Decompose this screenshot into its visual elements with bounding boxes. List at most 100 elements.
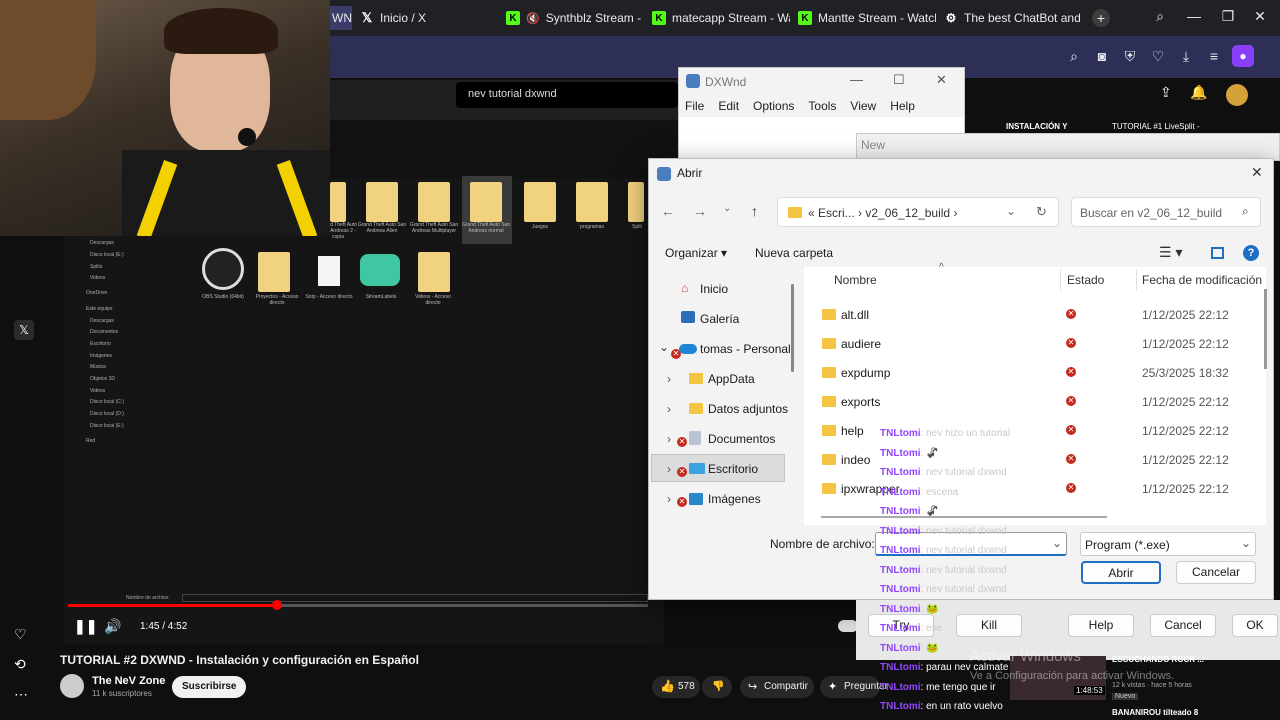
subscribe-button[interactable]: Suscribirse	[172, 676, 247, 698]
menu-options[interactable]: Options	[753, 99, 794, 113]
nav-item-documentos[interactable]: Documentos	[708, 432, 775, 446]
history-icon[interactable]: ⟲	[14, 656, 26, 673]
file-row-name[interactable]: exports	[841, 395, 880, 409]
heart-outline-icon[interactable]: ♡	[14, 626, 27, 643]
side-video-title[interactable]: BANANIROU tilteado 8	[1112, 708, 1198, 717]
camera-icon[interactable]: ◙	[1092, 48, 1112, 64]
menu-file[interactable]: File	[685, 99, 704, 113]
menu-view[interactable]: View	[850, 99, 876, 113]
dxwnd-close-icon[interactable]: ✕	[936, 72, 947, 88]
column-date[interactable]: Fecha de modificación	[1142, 273, 1262, 287]
horizontal-scrollbar[interactable]	[821, 516, 1107, 518]
obs-icon	[202, 248, 244, 290]
filename-dropdown-icon[interactable]: ⌄	[1052, 536, 1062, 550]
tab-chatbot[interactable]: ⚙ The best ChatBot and V	[944, 6, 1082, 30]
open-button[interactable]: Abrir	[1081, 561, 1161, 584]
upload-icon[interactable]: ⇪	[1160, 84, 1172, 101]
cancel-dx-button[interactable]: Cancel	[1150, 614, 1216, 637]
menu-icon[interactable]: ≡	[1204, 48, 1224, 64]
file-type-select[interactable]: Program (*.exe) ⌄	[1080, 532, 1256, 556]
bell-icon[interactable]: 🔔	[1190, 84, 1207, 101]
help-button[interactable]: Help	[1068, 614, 1134, 637]
search-tabs-icon[interactable]: ⌕	[1150, 8, 1170, 25]
nav-item-datos-adjuntos[interactable]: Datos adjuntos	[708, 402, 788, 416]
tab-synthblz[interactable]: K 🔇 Synthblz Stream - W	[506, 6, 644, 30]
file-list-scrollbar[interactable]	[1264, 289, 1267, 369]
expand-icon[interactable]: ›	[667, 402, 671, 416]
nav-item-onedrive[interactable]: tomas - Personal	[700, 342, 791, 356]
progress-scrubber[interactable]	[272, 600, 282, 610]
dxwnd-maximize-icon[interactable]: ☐	[893, 72, 905, 88]
tab-matecapp[interactable]: Kmatecapp Stream - Wat	[652, 6, 790, 30]
file-row-name[interactable]: audiere	[841, 337, 881, 351]
tab-mantte[interactable]: K Mantte Stream - Watch	[798, 6, 936, 30]
column-status[interactable]: Estado	[1067, 273, 1104, 287]
menu-tools[interactable]: Tools	[808, 99, 836, 113]
preview-pane-icon[interactable]	[1211, 247, 1224, 259]
column-name[interactable]: Nombre	[834, 273, 877, 287]
tab-dxwnd[interactable]: WND	[330, 6, 352, 30]
nav-item-inicio[interactable]: Inicio	[700, 282, 728, 296]
side-video-title[interactable]: TUTORIAL #1 LiveSplit -	[1112, 122, 1200, 131]
file-row-name[interactable]: help	[841, 424, 864, 438]
nav-item-galeria[interactable]: Galería	[700, 312, 739, 326]
chat-text: : 🐸	[920, 603, 939, 615]
nav-item-appdata[interactable]: AppData	[708, 372, 755, 386]
file-row-name[interactable]: indeo	[841, 453, 870, 467]
ok-button[interactable]: OK	[1232, 614, 1278, 637]
pause-icon[interactable]: ❚❚	[74, 618, 97, 635]
nav-item-escritorio[interactable]: Escritorio	[708, 462, 758, 476]
dxwnd-minimize-icon[interactable]: —	[850, 72, 863, 87]
more-icon[interactable]: ⋯	[14, 686, 28, 703]
address-bar[interactable]: « Escri... › v2_06_12_build › ⌄ ↻	[777, 197, 1059, 227]
minimize-icon[interactable]: —	[1184, 8, 1204, 24]
zoom-icon[interactable]: ⌕	[1064, 48, 1084, 65]
expand-icon[interactable]: ›	[667, 372, 671, 386]
channel-name[interactable]: The NeV Zone	[92, 675, 165, 687]
profile-icon[interactable]: ●	[1232, 45, 1254, 67]
restore-icon[interactable]: ❐	[1218, 8, 1238, 25]
recent-locations-icon[interactable]: ⌄	[723, 203, 731, 214]
refresh-icon[interactable]: ↻	[1036, 204, 1047, 220]
side-video-title[interactable]: ESCUCHANDO ROCK ...	[1112, 655, 1204, 664]
address-dropdown-icon[interactable]: ⌄	[1006, 204, 1016, 218]
organize-button[interactable]: Organizar ▾	[665, 246, 727, 260]
back-icon[interactable]: ←	[661, 203, 675, 219]
forward-icon[interactable]: →	[693, 203, 707, 219]
nav-scrollbar[interactable]	[791, 284, 794, 372]
menu-edit[interactable]: Edit	[718, 99, 739, 113]
side-video-title[interactable]: INSTALACIÓN Y	[1006, 122, 1067, 131]
breadcrumb-parent[interactable]: Escri...	[818, 206, 855, 220]
expand-icon[interactable]: ›	[667, 462, 671, 476]
menu-help[interactable]: Help	[890, 99, 915, 113]
streamlabels-icon	[360, 254, 400, 286]
cancel-button[interactable]: Cancelar	[1176, 561, 1256, 584]
file-row-name[interactable]: expdump	[841, 366, 890, 380]
dislike-button[interactable]: 👎	[702, 676, 732, 698]
up-icon[interactable]: ↑	[751, 203, 758, 219]
shield-icon[interactable]: ⛨	[1120, 48, 1140, 65]
close-icon[interactable]: ✕	[1250, 8, 1270, 25]
nav-item-imagenes[interactable]: Imágenes	[708, 492, 761, 506]
volume-icon[interactable]: 🔊	[104, 618, 121, 635]
new-tab-button[interactable]: +	[1092, 9, 1110, 27]
view-options-icon[interactable]: ☰ ▾	[1159, 244, 1182, 261]
help-icon[interactable]: ?	[1243, 245, 1259, 261]
heart-icon[interactable]: ♡	[1148, 48, 1168, 65]
expand-icon[interactable]: ›	[667, 492, 671, 506]
new-window[interactable]: New	[856, 133, 1280, 161]
breadcrumb-current[interactable]: v2_06_12_build	[865, 206, 950, 220]
x-logo-icon[interactable]: 𝕏	[14, 320, 34, 340]
expand-icon[interactable]: ›	[667, 432, 671, 446]
kill-button[interactable]: Kill	[956, 614, 1022, 637]
file-row-name[interactable]: alt.dll	[841, 308, 869, 322]
dialog-close-icon[interactable]: ✕	[1251, 164, 1263, 181]
user-avatar[interactable]	[1226, 84, 1248, 106]
search-input[interactable]: Buscar en v2_06_12_build ⌕	[1071, 197, 1261, 227]
new-folder-button[interactable]: Nueva carpeta	[755, 246, 833, 260]
autoplay-toggle[interactable]	[838, 620, 858, 632]
expand-chevron-icon[interactable]: ⌄	[659, 340, 669, 354]
channel-avatar[interactable]	[60, 674, 84, 698]
download-icon[interactable]: ⤓	[1176, 48, 1196, 65]
tab-x-inicio[interactable]: 𝕏 Inicio / X	[360, 6, 490, 30]
